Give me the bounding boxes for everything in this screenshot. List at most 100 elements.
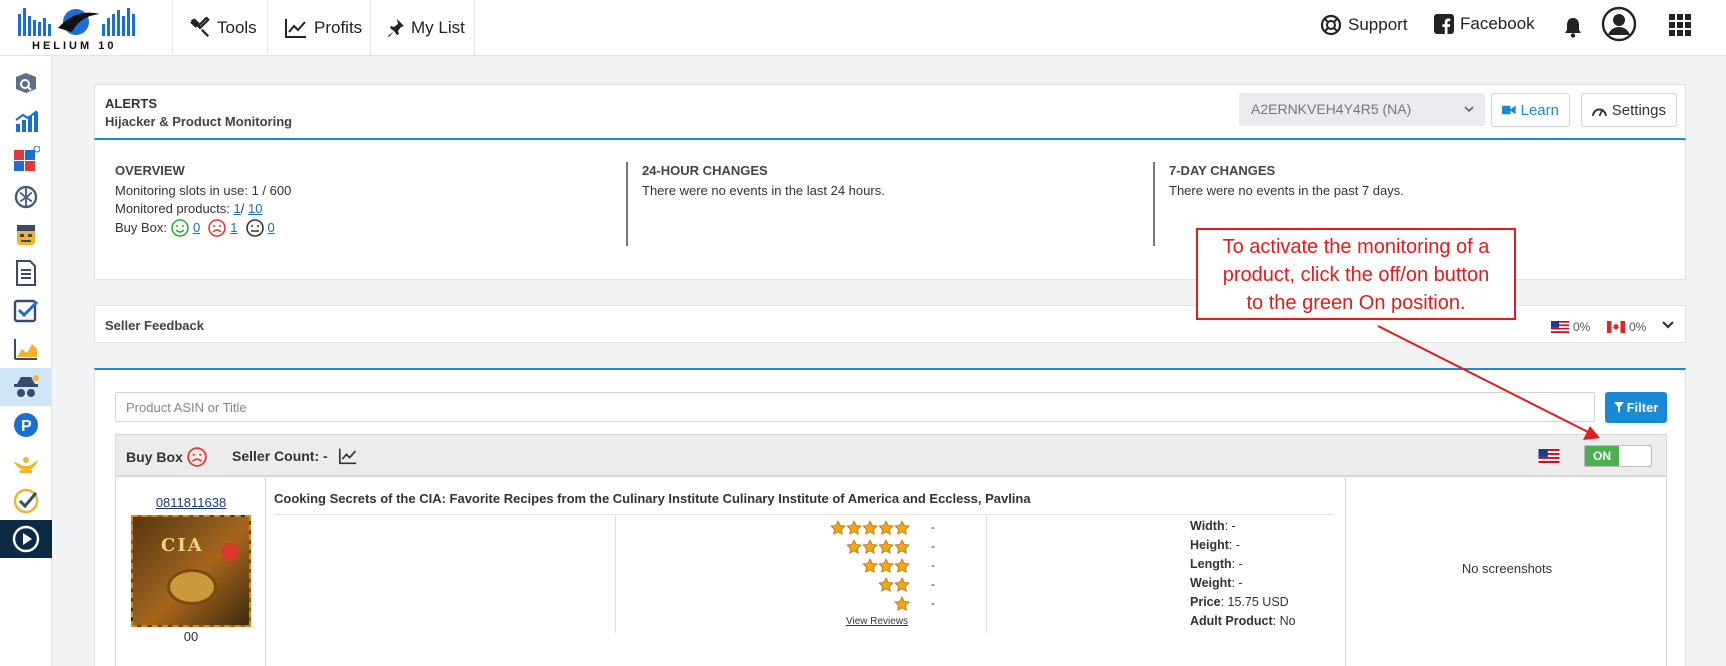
sidebar-item-magnet[interactable]	[0, 140, 52, 178]
buybox-neutral-count[interactable]: 0	[268, 219, 275, 237]
star-icon	[878, 519, 894, 535]
star-icon	[846, 538, 862, 554]
facebook-link[interactable]: Facebook	[1434, 14, 1535, 34]
account-select[interactable]: A2ERNKVEH4Y4R5 (NA)	[1239, 93, 1485, 126]
sidebar-item-black-box[interactable]	[0, 64, 52, 102]
settings-label: Settings	[1611, 101, 1666, 119]
check-circle-icon	[13, 488, 39, 514]
asin-link[interactable]: 0811811638	[116, 495, 266, 510]
star-icon	[894, 576, 910, 592]
facebook-icon	[1434, 14, 1454, 34]
support-link[interactable]: Support	[1320, 14, 1408, 36]
sub-value: 00	[183, 629, 199, 644]
cover-title: CIA	[161, 535, 204, 556]
star-icon	[878, 538, 894, 554]
seller-feedback-title: Seller Feedback	[105, 318, 204, 333]
spec-value: : -	[1228, 538, 1240, 552]
spec-height: Height: -	[1190, 538, 1240, 552]
ca-feedback-pct: 0%	[1629, 320, 1647, 334]
chevron-down-icon[interactable]	[1661, 320, 1675, 330]
spy-icon	[14, 375, 39, 397]
sidebar-item-profits[interactable]: P	[0, 406, 52, 444]
canada-flag-icon	[1607, 321, 1625, 333]
ca-feedback: 0%	[1607, 320, 1646, 334]
rating-row-4	[846, 538, 910, 555]
user-avatar-icon[interactable]	[1601, 6, 1637, 47]
column-divider	[626, 162, 628, 246]
monitoring-toggle[interactable]: ON	[1584, 445, 1652, 467]
spec-label: Weight	[1190, 576, 1232, 590]
filter-button[interactable]: Filter	[1605, 392, 1667, 423]
sidebar-item-follow-up[interactable]	[0, 482, 52, 520]
document-icon	[16, 260, 36, 286]
buybox-sad-count[interactable]: 1	[230, 219, 237, 237]
column-divider	[615, 515, 616, 633]
rating-count: -	[931, 596, 935, 610]
changes-24h-text: There were no events in the last 24 hour…	[642, 183, 885, 198]
sidebar-item-trendster[interactable]	[0, 102, 52, 140]
no-screenshots-text: No screenshots	[1461, 561, 1553, 576]
us-feedback: 0%	[1551, 320, 1590, 334]
monitored-label: Monitored products:	[115, 201, 230, 216]
sidebar-item-index-checker[interactable]	[0, 292, 52, 330]
sidebar-item-alerts[interactable]	[0, 368, 52, 406]
tab-profits-label: Profits	[314, 18, 363, 37]
settings-button[interactable]: Settings	[1581, 93, 1677, 127]
page-title: ALERTS	[105, 96, 157, 111]
callout-line: product, click the off/on button	[1222, 264, 1490, 286]
puzzle-icon	[14, 146, 40, 171]
column-divider	[986, 515, 987, 633]
spec-value: : 15.75 USD	[1220, 595, 1289, 609]
spec-price: Price: 15.75 USD	[1190, 595, 1289, 609]
sidebar-item-scribbles[interactable]	[0, 254, 52, 292]
apps-grid-icon[interactable]	[1669, 14, 1691, 41]
sidebar-item-misspellinator[interactable]	[0, 444, 52, 482]
smile-icon	[171, 219, 189, 237]
sidebar-item-tutorials[interactable]	[0, 520, 52, 558]
spec-value: : -	[1224, 519, 1236, 533]
tools-icon	[190, 17, 210, 38]
changes-7d-text: There were no events in the past 7 days.	[1169, 183, 1404, 198]
product-search-input[interactable]: Product ASIN or Title	[115, 392, 1595, 422]
star-icon	[862, 519, 878, 535]
logo-text: HELIUM 10	[32, 40, 117, 52]
frown-icon	[208, 219, 227, 237]
rating-count: -	[931, 558, 935, 572]
chart-line-icon[interactable]	[338, 447, 358, 465]
monitored-total-link[interactable]: 10	[248, 201, 262, 216]
product-details: Cooking Secrets of the CIA: Favorite Rec…	[266, 477, 1346, 666]
monitored-used-link[interactable]: 1	[234, 201, 241, 216]
learn-button[interactable]: Learn	[1491, 93, 1570, 127]
chart-line-icon	[285, 19, 306, 38]
sidebar-item-cerebro[interactable]	[0, 178, 52, 216]
spec-label: Adult Product	[1190, 614, 1273, 628]
product-image[interactable]: CIA	[131, 515, 251, 627]
tab-tools[interactable]: Tools	[172, 0, 267, 56]
spec-value: : No	[1272, 614, 1296, 628]
lifebuoy-icon	[1320, 14, 1342, 36]
rating-count: -	[931, 577, 935, 591]
tab-my-list[interactable]: My List	[370, 0, 475, 56]
spec-label: Price	[1190, 595, 1221, 609]
video-camera-icon	[1502, 105, 1516, 115]
bell-icon[interactable]	[1563, 16, 1583, 43]
sidebar-item-keyword-tracker[interactable]	[0, 330, 52, 368]
overview-title: OVERVIEW	[115, 163, 185, 178]
star-icon	[894, 595, 910, 611]
instruction-callout: To activate the monitoring of a product,…	[1196, 228, 1516, 320]
genie-lamp-icon	[14, 457, 38, 473]
spec-label: Length	[1190, 557, 1232, 571]
sidebar-item-xray[interactable]	[0, 216, 52, 254]
helium10-logo[interactable]: HELIUM 10	[14, 4, 164, 52]
rating-count: -	[931, 520, 935, 534]
spec-width: Width: -	[1190, 519, 1236, 533]
buybox-status-label: Buy Box	[126, 449, 183, 465]
seller-count-label: Seller Count: -	[232, 448, 328, 464]
spec-length: Length: -	[1190, 557, 1243, 571]
tab-profits[interactable]: Profits	[267, 0, 370, 56]
buybox-happy-count[interactable]: 0	[193, 219, 200, 237]
tab-tools-label: Tools	[217, 18, 257, 37]
star-icon	[830, 519, 846, 535]
pin-icon	[388, 19, 404, 37]
view-reviews-link[interactable]: View Reviews	[846, 616, 908, 627]
